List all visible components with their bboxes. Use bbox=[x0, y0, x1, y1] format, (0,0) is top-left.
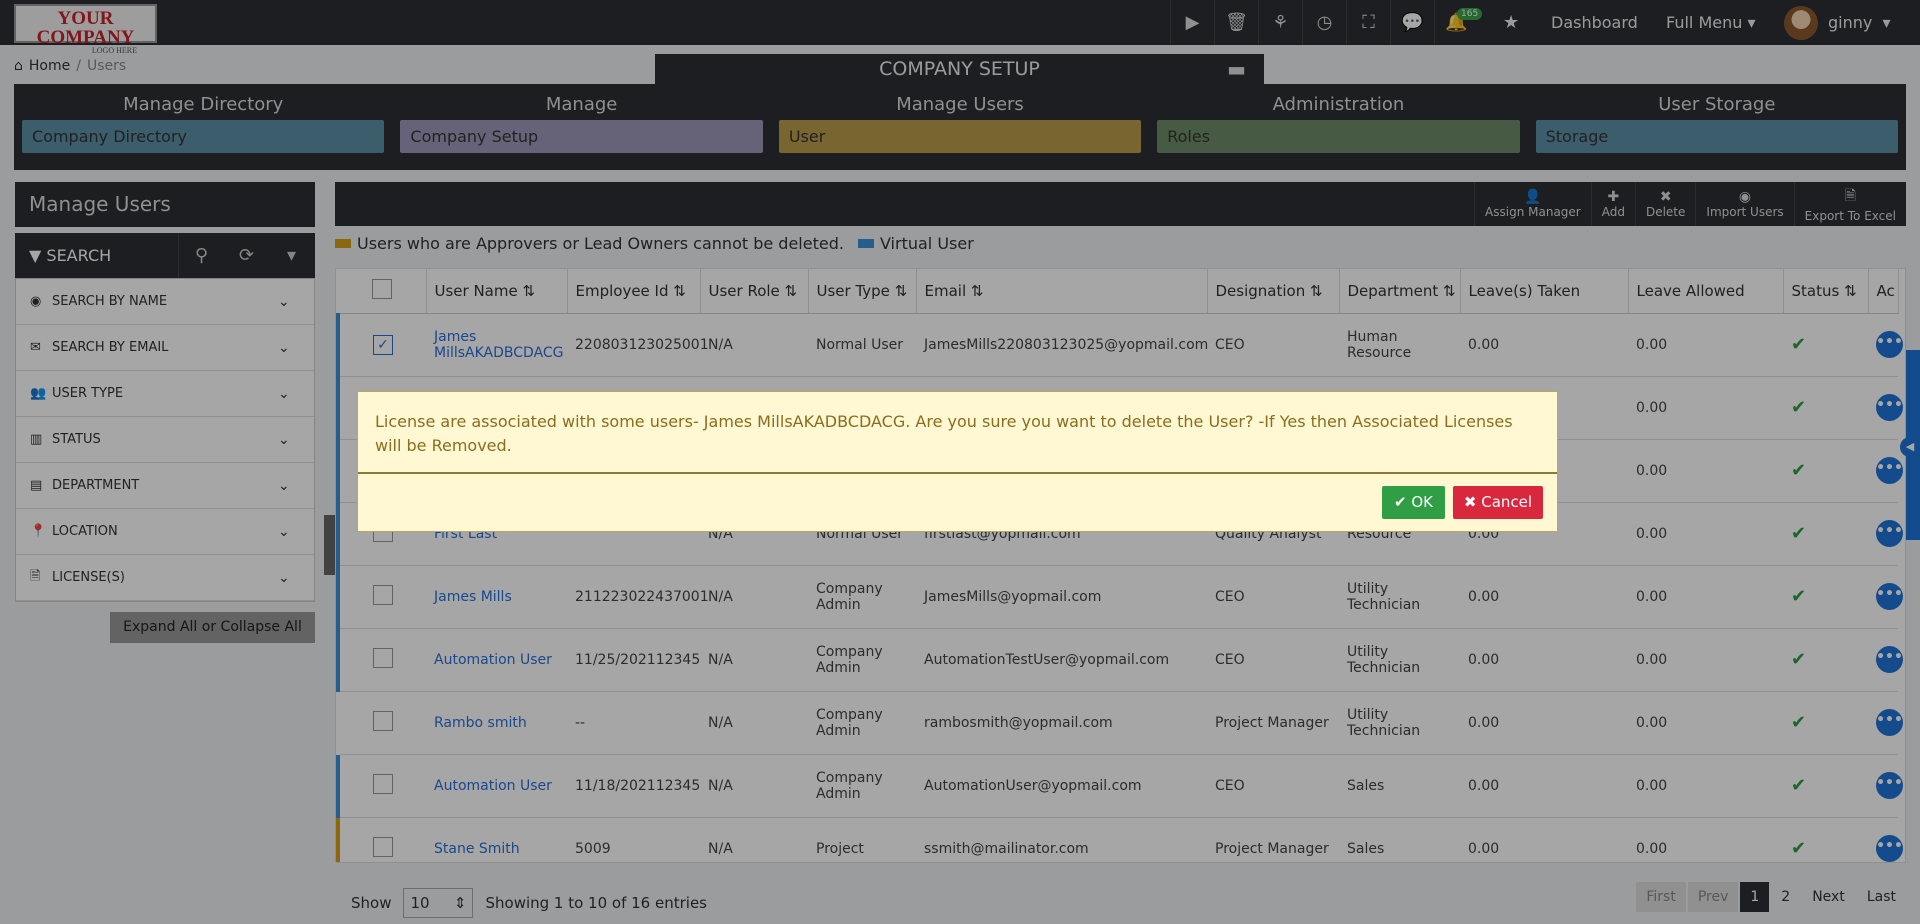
confirm-delete-dialog: License are associated with some users- … bbox=[357, 391, 1558, 532]
dialog-buttons: ✔ OK ✖ Cancel bbox=[1382, 486, 1543, 519]
check-icon: ✔ bbox=[1393, 493, 1407, 511]
close-icon: ✖ bbox=[1463, 493, 1477, 511]
cancel-label: Cancel bbox=[1481, 493, 1533, 511]
ok-label: OK bbox=[1411, 493, 1433, 511]
cancel-button[interactable]: ✖ Cancel bbox=[1453, 486, 1543, 519]
dialog-message: License are associated with some users- … bbox=[358, 392, 1557, 474]
ok-button[interactable]: ✔ OK bbox=[1382, 486, 1445, 519]
